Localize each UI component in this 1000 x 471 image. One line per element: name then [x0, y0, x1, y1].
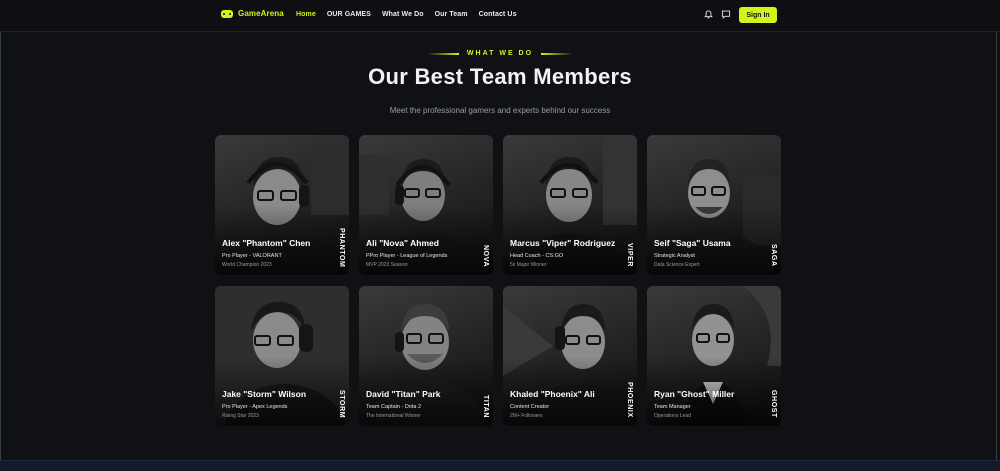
section-subtitle: Meet the professional gamers and experts…: [389, 106, 611, 115]
member-award: Data Science Expert: [654, 262, 700, 268]
team-card[interactable]: Ryan "Ghost" Miller Team Manager Operati…: [647, 286, 781, 426]
member-role: Strategic Analyst: [654, 253, 695, 259]
nav-link-contact-us[interactable]: Contact Us: [479, 11, 517, 18]
member-gamertag: NOVA: [482, 244, 489, 267]
eyebrow-line-right: [541, 52, 574, 55]
nav-link-our-team[interactable]: Our Team: [435, 11, 468, 18]
member-info: Marcus "Viper" Rodriguez Head Coach - CS…: [510, 238, 618, 269]
team-card[interactable]: Ali "Nova" Ahmed PPro Player - League of…: [359, 135, 493, 275]
section-title: Our Best Team Members: [368, 64, 632, 89]
member-gamertag: PHANTOM: [338, 227, 345, 267]
member-award: Operations Lead: [654, 413, 691, 419]
member-name: Alex "Phantom" Chen: [222, 238, 311, 248]
team-card[interactable]: Alex "Phantom" Chen Pro Player - VALORAN…: [215, 135, 349, 275]
member-award: 5x Major Winner: [510, 262, 547, 268]
gamepad-icon: [221, 9, 233, 18]
member-gamertag: SAGA: [770, 244, 777, 267]
member-gamertag: STORM: [338, 389, 345, 418]
team-card[interactable]: Khaled "Phoenix" Ali Content Creator 2M+…: [503, 286, 637, 426]
brand-logo[interactable]: GameArena: [221, 9, 284, 18]
member-gamertag: VIPER: [626, 242, 633, 267]
next-section-edge: [0, 460, 1000, 471]
eyebrow-text: WHAT WE DO: [466, 50, 534, 57]
member-info: Seif "Saga" Usama Strategic Analyst Data…: [654, 238, 762, 269]
member-award: World Champion 2023: [222, 262, 272, 268]
member-info: Ryan "Ghost" Miller Team Manager Operati…: [654, 389, 762, 420]
team-card[interactable]: David "Titan" Park Team Captain - Dota 2…: [359, 286, 493, 426]
team-grid: Alex "Phantom" Chen Pro Player - VALORAN…: [215, 135, 781, 426]
team-card[interactable]: Jake "Storm" Wilson Pro Player - Apex Le…: [215, 286, 349, 426]
member-name: Khaled "Phoenix" Ali: [510, 389, 595, 399]
team-card[interactable]: Marcus "Viper" Rodriguez Head Coach - CS…: [503, 135, 637, 275]
member-name: Seif "Saga" Usama: [654, 238, 731, 248]
brand-name: GameArena: [238, 9, 284, 18]
eyebrow-line-left: [426, 52, 459, 55]
nav-link-home[interactable]: Home: [296, 11, 316, 18]
member-gamertag: GHOST: [770, 390, 777, 418]
member-role: Team Manager: [654, 404, 691, 410]
page: GameArena Home OUR GAMES What We Do Our …: [0, 0, 1000, 471]
member-gamertag: PHOENIX: [626, 382, 633, 418]
member-info: Alex "Phantom" Chen Pro Player - VALORAN…: [222, 238, 330, 269]
member-role: Pro Player - VALORANT: [222, 253, 282, 259]
member-role: Content Creator: [510, 404, 550, 410]
member-info: Jake "Storm" Wilson Pro Player - Apex Le…: [222, 389, 330, 420]
member-award: MVP 2023 Season: [366, 262, 408, 268]
member-info: Ali "Nova" Ahmed PPro Player - League of…: [366, 238, 474, 269]
member-name: David "Titan" Park: [366, 389, 441, 399]
member-role: Pro Player - Apex Legends: [222, 404, 288, 410]
member-name: Ali "Nova" Ahmed: [366, 238, 439, 248]
team-card[interactable]: Seif "Saga" Usama Strategic Analyst Data…: [647, 135, 781, 275]
sign-in-button[interactable]: Sign In: [739, 7, 777, 23]
member-name: Jake "Storm" Wilson: [222, 389, 307, 399]
member-award: The International Winner: [366, 413, 421, 419]
section-eyebrow: WHAT WE DO: [0, 50, 1000, 57]
member-name: Marcus "Viper" Rodriguez: [510, 238, 616, 248]
member-award: 2M+ Followers: [510, 413, 543, 419]
main-menu: Home OUR GAMES What We Do Our Team Conta…: [296, 11, 528, 18]
member-role: Head Coach - CS:GO: [510, 253, 564, 259]
member-info: David "Titan" Park Team Captain - Dota 2…: [366, 389, 474, 420]
member-info: Khaled "Phoenix" Ali Content Creator 2M+…: [510, 389, 618, 420]
bell-icon[interactable]: [704, 10, 713, 19]
chat-icon[interactable]: [721, 10, 731, 19]
nav-link-our-games[interactable]: OUR GAMES: [327, 11, 371, 18]
member-role: PPro Player - League of Legends: [366, 253, 448, 259]
top-navbar: GameArena Home OUR GAMES What We Do Our …: [0, 0, 1000, 32]
member-role: Team Captain - Dota 2: [366, 404, 422, 410]
member-name: Ryan "Ghost" Miller: [654, 389, 735, 399]
member-award: Rising Star 2023: [222, 413, 259, 419]
member-gamertag: TITAN: [482, 394, 489, 418]
nav-link-what-we-do[interactable]: What We Do: [382, 11, 424, 18]
